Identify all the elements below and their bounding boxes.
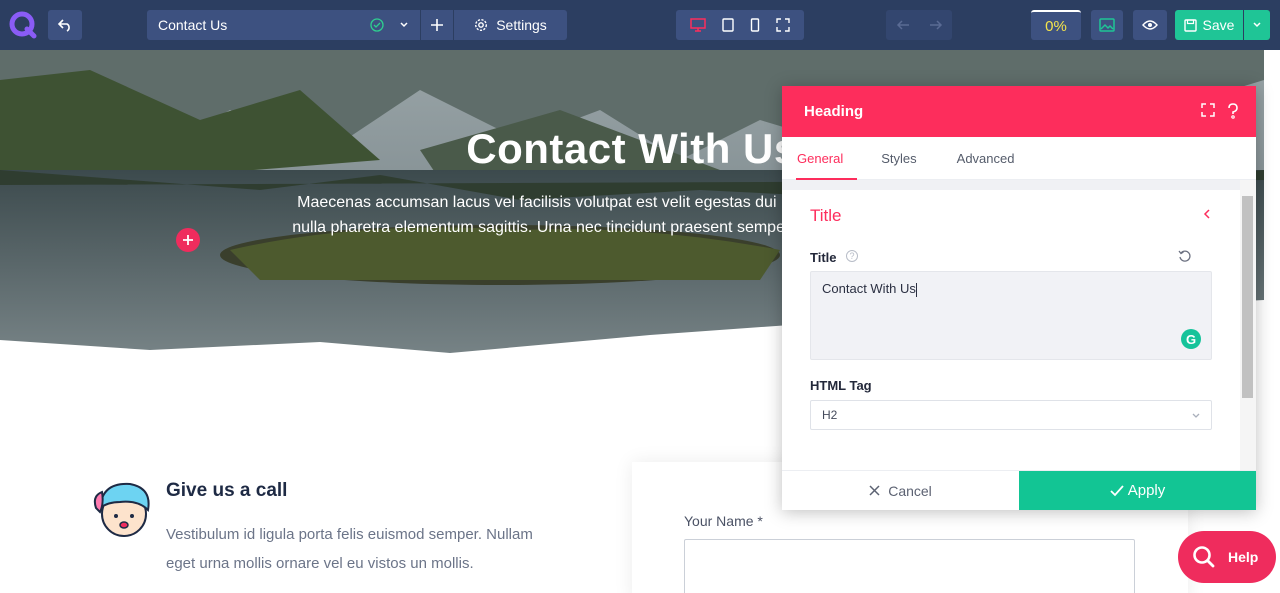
gear-icon bbox=[475, 18, 488, 32]
preview-button[interactable] bbox=[1133, 10, 1167, 40]
question-circle-icon[interactable]: ? bbox=[846, 250, 858, 262]
reset-icon[interactable] bbox=[1178, 249, 1192, 263]
help-button[interactable]: Help bbox=[1178, 531, 1276, 583]
name-field-label: Your Name * bbox=[684, 513, 763, 529]
search-icon bbox=[1193, 546, 1215, 568]
redo-icon[interactable] bbox=[929, 19, 943, 31]
media-button[interactable] bbox=[1091, 10, 1123, 40]
scrollbar-thumb[interactable] bbox=[1242, 196, 1253, 398]
settings-label: Settings bbox=[496, 17, 547, 33]
check-circle-icon bbox=[370, 18, 384, 32]
title-field-label: Title bbox=[810, 250, 837, 265]
title-value: Contact With Us bbox=[822, 281, 916, 296]
floppy-disk-icon bbox=[1183, 18, 1197, 32]
close-icon bbox=[869, 485, 880, 496]
check-icon bbox=[1110, 484, 1124, 496]
help-label: Help bbox=[1228, 549, 1259, 565]
chevron-down-icon bbox=[1253, 22, 1261, 28]
add-page-button[interactable] bbox=[421, 10, 453, 40]
grammarly-icon[interactable]: G bbox=[1181, 329, 1201, 349]
html-tag-select[interactable]: H2 bbox=[810, 400, 1212, 430]
image-icon bbox=[1099, 18, 1115, 32]
panel-footer: Cancel Apply bbox=[782, 470, 1256, 510]
html-tag-label: HTML Tag bbox=[810, 378, 872, 393]
save-options-button[interactable] bbox=[1244, 10, 1270, 40]
history-controls bbox=[886, 10, 952, 40]
expand-icon bbox=[776, 18, 790, 32]
tab-styles[interactable]: Styles bbox=[881, 137, 916, 180]
chevron-down-icon bbox=[400, 22, 408, 28]
panel-title: Heading bbox=[804, 103, 864, 120]
chevron-down-icon bbox=[1192, 413, 1200, 418]
plus-icon bbox=[431, 19, 443, 31]
cancel-label: Cancel bbox=[888, 482, 932, 499]
canvas-edge bbox=[1264, 50, 1280, 593]
call-title: Give us a call bbox=[166, 480, 288, 501]
app-logo-icon[interactable] bbox=[8, 10, 38, 40]
call-description: Vestibulum id ligula porta felis euismod… bbox=[166, 526, 533, 572]
back-button[interactable] bbox=[48, 10, 82, 40]
fullscreen-button[interactable] bbox=[776, 18, 790, 32]
panel-header-actions bbox=[1201, 103, 1239, 119]
top-toolbar: Contact Us Settings 0% Save bbox=[0, 0, 1280, 50]
apply-button[interactable]: Apply bbox=[1019, 471, 1256, 510]
plus-icon bbox=[183, 235, 193, 245]
mobile-icon bbox=[750, 18, 760, 32]
name-field[interactable] bbox=[684, 539, 1135, 593]
mobile-view-button[interactable] bbox=[750, 18, 760, 32]
desktop-icon bbox=[690, 18, 706, 32]
undo-arrow-icon bbox=[57, 19, 70, 32]
help-icon[interactable] bbox=[1227, 103, 1239, 119]
panel-tabs: General Styles Advanced bbox=[782, 137, 1256, 180]
heading-settings-panel: Heading General Styles Advanced Title Ti… bbox=[782, 86, 1256, 510]
title-textarea[interactable]: Contact With Us G bbox=[810, 271, 1212, 360]
eye-icon bbox=[1142, 20, 1158, 30]
page-name: Contact Us bbox=[158, 17, 228, 33]
panel-header[interactable]: Heading bbox=[782, 86, 1256, 137]
tablet-icon bbox=[722, 18, 734, 32]
apply-label: Apply bbox=[1127, 482, 1166, 499]
desktop-view-button[interactable] bbox=[690, 18, 706, 32]
add-element-button[interactable] bbox=[176, 228, 200, 252]
expand-icon[interactable] bbox=[1201, 103, 1215, 117]
page-select[interactable]: Contact Us bbox=[147, 10, 420, 40]
chevron-left-icon[interactable] bbox=[1202, 208, 1212, 220]
settings-button[interactable]: Settings bbox=[454, 10, 567, 40]
undo-icon[interactable] bbox=[896, 19, 910, 31]
tab-advanced[interactable]: Advanced bbox=[957, 137, 1015, 180]
support-agent-avatar bbox=[93, 482, 150, 537]
save-button[interactable]: Save bbox=[1175, 10, 1243, 40]
save-label: Save bbox=[1202, 17, 1235, 33]
text-caret bbox=[915, 282, 917, 297]
html-tag-value: H2 bbox=[822, 408, 838, 422]
progress-indicator[interactable]: 0% bbox=[1031, 10, 1081, 40]
tab-general[interactable]: General bbox=[796, 137, 858, 180]
cancel-button[interactable]: Cancel bbox=[782, 471, 1019, 510]
section-title[interactable]: Title bbox=[810, 206, 842, 226]
tablet-view-button[interactable] bbox=[722, 18, 734, 32]
device-switcher bbox=[676, 10, 804, 40]
